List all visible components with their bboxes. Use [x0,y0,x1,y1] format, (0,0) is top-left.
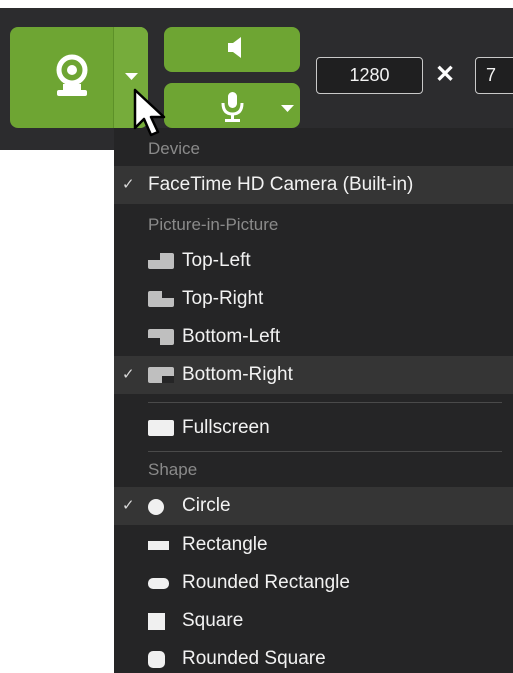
shape-circle[interactable]: ✓ Circle [114,487,513,525]
menu-item-label: Fullscreen [182,417,270,438]
pip-header: Picture-in-Picture [148,215,279,234]
square-shape-icon [148,613,165,630]
pip-top-right-icon [148,291,174,307]
camera-toggle[interactable] [10,27,113,128]
menu-item-label: Bottom-Right [182,364,293,385]
pip-bottom-right[interactable]: ✓ Bottom-Right [114,356,513,394]
webcam-icon [56,54,88,96]
rounded-square-shape-icon [148,651,165,668]
menu-item-label: Square [182,610,244,631]
microphone-dropdown-toggle[interactable] [266,83,300,128]
pip-bottom-left-icon [148,329,174,345]
menu-item-label: Circle [182,495,231,516]
menu-item-label: Rectangle [182,534,268,555]
height-input[interactable]: 7 [475,57,513,94]
pip-top-left[interactable]: Top-Left [114,242,513,280]
shape-square[interactable]: Square [114,602,513,640]
menu-divider [148,402,502,403]
device-header: Device [148,139,200,158]
dropdown-arrow-icon [281,105,294,112]
menu-item-label: FaceTime HD Camera (Built-in) [148,174,414,195]
device-item-facetime[interactable]: ✓ FaceTime HD Camera (Built-in) [114,166,513,204]
pip-bottom-left[interactable]: Bottom-Left [114,318,513,356]
shape-rounded-square[interactable]: Rounded Square [114,640,513,673]
dimension-separator: ✕ [435,61,456,88]
pip-bottom-right-icon [148,367,174,383]
rectangle-shape-icon [148,541,169,550]
menu-divider [148,451,502,452]
pip-top-right[interactable]: Top-Right [114,280,513,318]
menu-item-label: Top-Right [182,288,264,309]
microphone-icon [221,92,244,122]
check-icon: ✓ [122,176,135,193]
shape-rectangle[interactable]: Rectangle [114,526,513,564]
menu-item-label: Rounded Square [182,648,326,669]
pip-top-left-icon [148,253,174,269]
mouse-cursor-icon [133,88,166,137]
circle-shape-icon [148,499,164,515]
camera-dropdown-menu: Device ✓ FaceTime HD Camera (Built-in) P… [114,128,513,673]
check-icon: ✓ [122,497,135,514]
fullscreen-icon [148,420,174,436]
width-input[interactable]: 1280 [316,57,423,94]
top-strip [0,0,513,8]
menu-item-label: Bottom-Left [182,326,281,347]
rounded-rectangle-shape-icon [148,578,169,589]
menu-item-label: Top-Left [182,250,251,271]
shape-header: Shape [148,460,198,479]
speaker-icon [228,37,241,58]
shape-rounded-rectangle[interactable]: Rounded Rectangle [114,564,513,602]
pip-fullscreen[interactable]: Fullscreen [114,409,513,447]
system-audio-button[interactable] [164,27,300,72]
microphone-button[interactable] [164,83,300,128]
menu-item-label: Rounded Rectangle [182,572,350,593]
camera-button[interactable] [10,27,148,128]
check-icon: ✓ [122,366,135,383]
